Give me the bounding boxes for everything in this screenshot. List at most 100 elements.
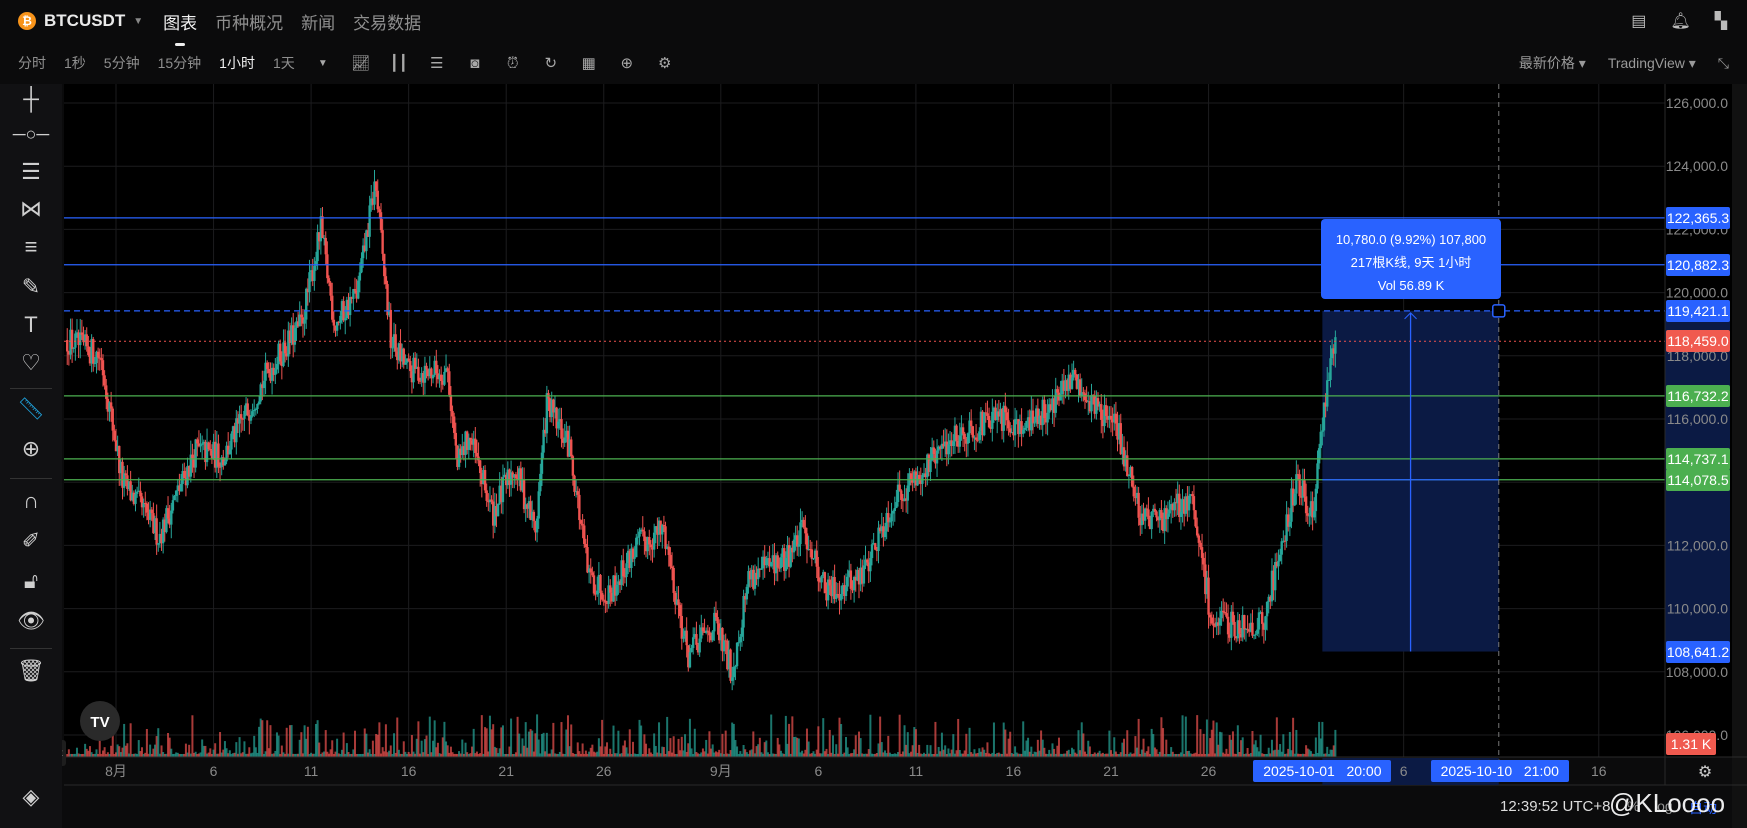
lock-drawing-icon[interactable]: ✐: [0, 528, 62, 554]
candle-body: [1145, 508, 1148, 510]
zoom-in-icon[interactable]: ⊕: [0, 436, 62, 462]
candle-body: [701, 627, 705, 632]
candle-body: [228, 449, 232, 455]
candle-body: [1261, 612, 1264, 624]
candle-body: [135, 491, 139, 494]
volume-bar: [612, 725, 615, 757]
candle-body: [849, 570, 853, 589]
candle-body: [891, 510, 895, 514]
candle-body: [1304, 496, 1308, 514]
candle-body: [1200, 547, 1204, 558]
pattern-icon[interactable]: ⋈: [0, 196, 62, 222]
candle-body: [331, 295, 334, 320]
measure-bars: 217根K线, 9天 1小时: [1350, 255, 1472, 270]
price-line-label: 114,737.1: [1666, 447, 1730, 470]
candle-body: [784, 557, 788, 571]
candle-body: [478, 460, 482, 474]
volume-bar: [145, 728, 148, 757]
trash-icon[interactable]: 🗑︎: [0, 658, 62, 684]
volume-bar: [425, 735, 428, 757]
candle-body: [1173, 502, 1176, 511]
candle-body: [1023, 427, 1027, 430]
time-tick-label: 8月: [105, 763, 127, 779]
measure-handle: [1492, 304, 1506, 318]
eye-icon[interactable]: 👁︎: [0, 608, 62, 634]
candle-body: [952, 441, 955, 447]
volume-bar: [1202, 733, 1205, 757]
candle-body: [711, 631, 714, 641]
candle-body: [958, 435, 962, 447]
crosshair-icon[interactable]: ┼: [0, 86, 62, 112]
candle-body: [439, 374, 443, 381]
candle-body: [389, 309, 392, 348]
time-tick-label: 16: [401, 763, 417, 779]
candle-body: [714, 612, 718, 618]
horizontal-line-icon[interactable]: ─○─: [0, 124, 62, 145]
candle-body: [978, 431, 981, 440]
candle-body: [1295, 474, 1298, 494]
price-tick-label: 116,000.0: [1667, 411, 1728, 427]
candle-body: [991, 411, 994, 429]
candle-body: [1223, 612, 1227, 614]
candle-body: [740, 627, 744, 637]
candle-body: [1314, 488, 1318, 512]
volume-bar: [560, 722, 563, 757]
time-tick-label: 21: [498, 763, 514, 779]
candle-body: [906, 485, 909, 501]
candle-body: [496, 503, 500, 517]
candle-body: [817, 566, 820, 582]
brush-icon[interactable]: ✎: [0, 274, 62, 300]
fib-icon[interactable]: ≡: [0, 234, 62, 260]
candle-body: [815, 550, 818, 567]
candle-body: [745, 586, 749, 600]
parallel-lines-icon[interactable]: ☰: [0, 159, 62, 185]
volume-bar: [952, 734, 955, 757]
candle-body: [1127, 474, 1131, 477]
candle-body: [446, 368, 449, 372]
candle-body: [1132, 486, 1135, 497]
price-tick-label: 108,000.0: [1666, 664, 1728, 680]
candle-body: [649, 544, 653, 548]
ruler-icon[interactable]: 📏︎: [0, 396, 62, 422]
candle-body: [1005, 412, 1009, 421]
candle-body: [490, 499, 493, 502]
candle-body: [1288, 521, 1292, 527]
measure-low-label: 108,641.2: [1666, 640, 1730, 663]
volume-bar: [342, 732, 345, 757]
candle-body: [1192, 496, 1196, 511]
candle-body: [812, 558, 815, 560]
candle-body: [652, 532, 656, 550]
time-tick-label: 6: [814, 763, 822, 779]
volume-bar: [672, 736, 675, 757]
candle-body: [1033, 422, 1036, 424]
candle-body: [173, 495, 176, 501]
candle-body: [893, 507, 896, 511]
candle-body: [706, 630, 710, 632]
candle-body: [810, 549, 814, 559]
candle-body: [887, 513, 890, 523]
heart-icon[interactable]: ♡: [0, 350, 62, 376]
candle-body: [1329, 358, 1332, 380]
magnet-icon[interactable]: ∩: [0, 488, 62, 514]
text-icon[interactable]: T: [0, 312, 62, 338]
candle-body: [535, 518, 539, 533]
candle-body: [300, 314, 303, 318]
candle-body: [230, 433, 233, 450]
candle-body: [207, 442, 210, 450]
candle-body: [583, 525, 586, 544]
candle-body: [335, 321, 339, 331]
candle-body: [145, 503, 149, 513]
candle-body: [635, 537, 638, 558]
candle-body: [1155, 511, 1158, 518]
candle-body: [1306, 513, 1309, 516]
layers-icon[interactable]: ◈: [0, 784, 62, 810]
unlock-icon[interactable]: 🔓︎: [0, 568, 62, 594]
candle-body: [1137, 492, 1140, 518]
candle-body: [425, 365, 428, 370]
price-chart[interactable]: 126,000.0124,000.0122,000.0120,000.0118,…: [0, 0, 1747, 828]
candle-body: [883, 531, 887, 538]
tradingview-logo: TV: [90, 714, 109, 731]
price-tick-label: 112,000.0: [1667, 537, 1728, 553]
candle-body: [599, 574, 602, 594]
candle-body: [862, 565, 866, 584]
